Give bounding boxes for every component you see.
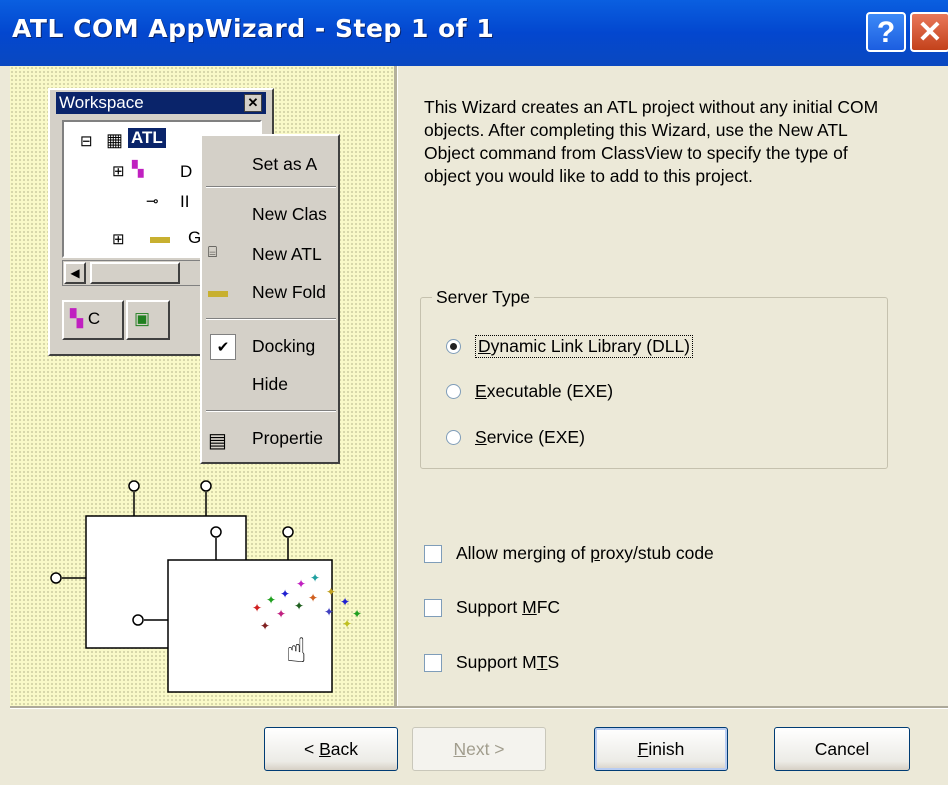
svg-text:✦: ✦ bbox=[310, 571, 320, 585]
folder-icon: ▬ bbox=[150, 226, 170, 248]
checkmark-icon: ✔ bbox=[210, 334, 236, 360]
checkbox[interactable] bbox=[424, 653, 442, 672]
menu-item-properties: Propertie bbox=[252, 428, 324, 448]
radio-dll[interactable]: Dynamic Link Library (DLL) bbox=[446, 335, 694, 358]
menu-item-new-class: New Clas bbox=[252, 204, 327, 224]
menu-item-new-folder: New Fold bbox=[252, 282, 326, 302]
classview-icon: ▚ bbox=[70, 309, 84, 328]
menu-item-set-as-active: Set as A bbox=[252, 154, 318, 174]
tab-label: C bbox=[87, 309, 101, 328]
checkbox-merge-label: Allow merging of proxy/stub code bbox=[456, 543, 714, 563]
tree-root-label: ATL bbox=[128, 128, 166, 148]
server-type-label: Server Type bbox=[432, 287, 535, 308]
tree-item-label: D bbox=[180, 162, 193, 181]
checkbox-mts-label: Support MTS bbox=[456, 652, 560, 672]
finish-button[interactable]: Finish bbox=[594, 727, 728, 771]
illustration-tab-classview: ▚ C bbox=[62, 300, 124, 340]
checkbox-mfc-label: Support MFC bbox=[456, 597, 561, 617]
back-button[interactable]: < Back bbox=[264, 727, 398, 771]
title-bar[interactable]: ATL COM AppWizard - Step 1 of 1 ? ✕ bbox=[0, 0, 948, 66]
close-button[interactable]: ✕ bbox=[910, 12, 948, 52]
scroll-left-icon: ◀ bbox=[64, 262, 86, 284]
component-box bbox=[167, 559, 333, 693]
svg-text:✦: ✦ bbox=[276, 607, 286, 621]
svg-text:✦: ✦ bbox=[342, 617, 352, 631]
vertical-divider bbox=[394, 66, 398, 706]
illustration-close-icon: ✕ bbox=[244, 94, 262, 112]
next-button[interactable]: Next > bbox=[412, 727, 546, 771]
menu-item-docking: Docking bbox=[252, 336, 316, 356]
button-area-divider bbox=[10, 706, 948, 709]
atl-com-appwizard-dialog: ATL COM AppWizard - Step 1 of 1 ? ✕ Work… bbox=[0, 0, 948, 785]
tree-expand-icon: ⊞ bbox=[112, 231, 125, 248]
menu-item-hide: Hide bbox=[252, 374, 288, 394]
menu-separator bbox=[206, 318, 336, 320]
cancel-button[interactable]: Cancel bbox=[774, 727, 910, 771]
svg-text:✦: ✦ bbox=[308, 591, 318, 605]
radio-dll-label: Dynamic Link Library (DLL) bbox=[475, 335, 694, 358]
radio-button[interactable] bbox=[446, 339, 461, 354]
menu-separator bbox=[206, 410, 336, 412]
menu-item-new-atl: New ATL bbox=[252, 244, 322, 264]
radio-service[interactable]: Service (EXE) bbox=[446, 427, 585, 448]
svg-text:✦: ✦ bbox=[352, 607, 362, 621]
new-folder-icon: ▬ bbox=[208, 280, 228, 302]
radio-button[interactable] bbox=[446, 384, 461, 399]
tree-collapse-icon: ⊟ bbox=[80, 133, 93, 150]
properties-icon: ▤ bbox=[208, 430, 227, 452]
svg-text:✦: ✦ bbox=[340, 595, 350, 609]
checkbox[interactable] bbox=[424, 598, 442, 617]
svg-text:✦: ✦ bbox=[266, 593, 276, 607]
resourceview-icon: ▣ bbox=[134, 309, 151, 328]
hand-icon: ☝ bbox=[286, 631, 307, 671]
new-atl-object-icon: ⌸ bbox=[208, 244, 218, 261]
interface-icon: ⊸ bbox=[146, 193, 159, 210]
scroll-thumb bbox=[90, 262, 180, 284]
component-diagram-illustration: ✦✦ ✦✦ ✦✦ ✦✦ ✦✦ ✦✦ ✦✦ ☝ bbox=[50, 480, 362, 693]
project-icon: ▦ bbox=[106, 130, 124, 150]
radio-exe[interactable]: Executable (EXE) bbox=[446, 381, 613, 402]
tree-expand-icon: ⊞ bbox=[112, 163, 125, 180]
svg-text:✦: ✦ bbox=[260, 619, 270, 633]
tree-item-label: II bbox=[180, 192, 190, 211]
radio-service-label: Service (EXE) bbox=[475, 427, 585, 447]
svg-text:✦: ✦ bbox=[296, 577, 306, 591]
checkbox-support-mfc[interactable]: Support MFC bbox=[424, 597, 560, 618]
checkbox-merge-proxy-stub[interactable]: Allow merging of proxy/stub code bbox=[424, 543, 714, 564]
radio-exe-label: Executable (EXE) bbox=[475, 381, 614, 401]
illustration-workspace-title: Workspace bbox=[56, 92, 266, 114]
svg-text:✦: ✦ bbox=[326, 585, 336, 599]
svg-text:✦: ✦ bbox=[324, 605, 334, 619]
checkbox[interactable] bbox=[424, 544, 442, 563]
help-button[interactable]: ? bbox=[866, 12, 906, 52]
illustration-tab-resourceview: ▣ bbox=[126, 300, 170, 340]
svg-text:✦: ✦ bbox=[294, 599, 304, 613]
window-title: ATL COM AppWizard - Step 1 of 1 bbox=[12, 14, 495, 43]
svg-text:✦: ✦ bbox=[252, 601, 262, 615]
checkbox-support-mts[interactable]: Support MTS bbox=[424, 652, 559, 673]
menu-separator bbox=[206, 186, 336, 188]
radio-button[interactable] bbox=[446, 430, 461, 445]
svg-text:✦: ✦ bbox=[280, 587, 290, 601]
wizard-description: This Wizard creates an ATL project witho… bbox=[424, 97, 879, 186]
classes-icon: ▚ bbox=[132, 161, 144, 178]
